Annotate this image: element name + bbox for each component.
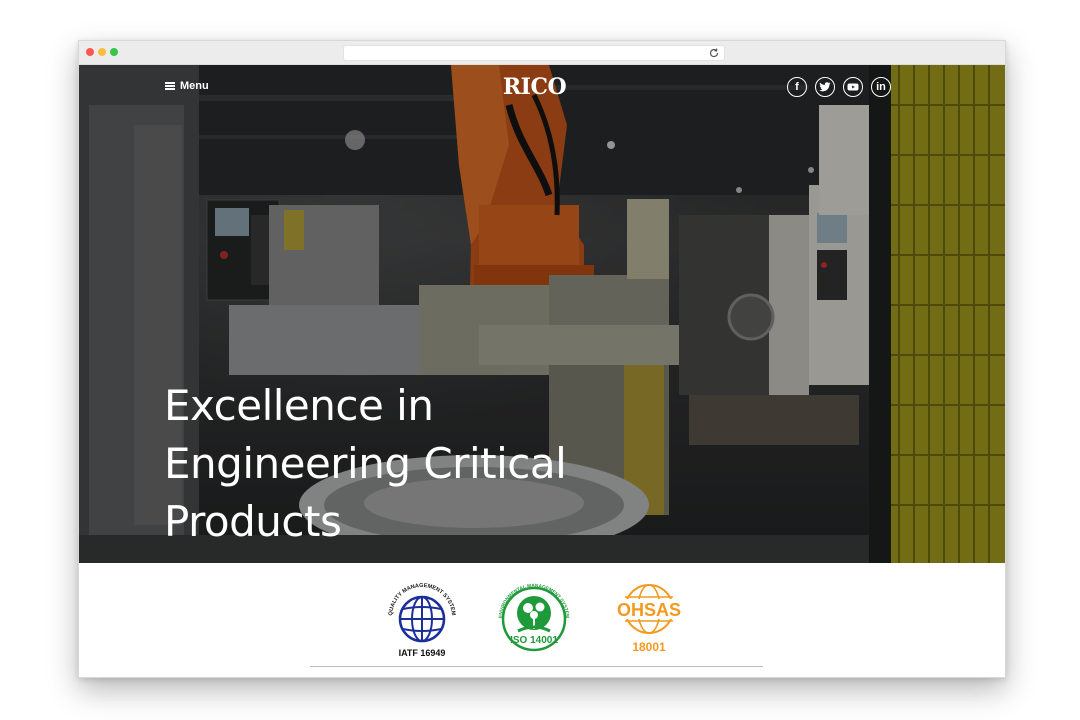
linkedin-icon[interactable]: in	[871, 77, 891, 97]
menu-label: Menu	[180, 80, 209, 92]
iso-label: ISO 14001	[510, 635, 558, 646]
iatf-label: IATF 16949	[399, 648, 446, 658]
youtube-icon[interactable]	[843, 77, 863, 97]
hero-section: Menu RICO f in Excellence in Engineering…	[79, 65, 1005, 563]
hero-headline-line3: Products	[164, 497, 342, 546]
ohsas-label-top: OHSAS	[617, 600, 681, 620]
facebook-icon[interactable]: f	[787, 77, 807, 97]
address-bar[interactable]	[343, 45, 725, 61]
menu-button[interactable]: Menu	[165, 78, 209, 94]
hero-headline: Excellence in Engineering Critical Produ…	[164, 377, 684, 551]
ohsas-label-bottom: 18001	[632, 640, 666, 654]
iatf-16949-badge: QUALITY MANAGEMENT SYSTEM IATF 16949	[388, 583, 456, 658]
certifications-strip: QUALITY MANAGEMENT SYSTEM IATF 16949 ENV…	[79, 563, 1005, 677]
hero-headline-line1: Excellence in	[164, 381, 434, 430]
close-window-button[interactable]	[86, 48, 94, 56]
browser-window: Menu RICO f in Excellence in Engineering…	[78, 40, 1006, 678]
hamburger-icon	[165, 82, 175, 90]
social-links: f in	[787, 77, 891, 97]
maximize-window-button[interactable]	[110, 48, 118, 56]
twitter-icon[interactable]	[815, 77, 835, 97]
browser-titlebar	[79, 41, 1005, 65]
section-divider	[310, 666, 763, 667]
hero-headline-line2: Engineering Critical	[164, 439, 567, 488]
rico-logo[interactable]: RICO	[490, 74, 579, 100]
ohsas-18001-badge: OHSAS 18001	[613, 584, 685, 654]
reload-icon[interactable]	[708, 47, 720, 59]
minimize-window-button[interactable]	[98, 48, 106, 56]
iso-14001-badge: ENVIRONMENTAL MANAGEMENT SYSTEM ISO 1400…	[498, 583, 570, 652]
